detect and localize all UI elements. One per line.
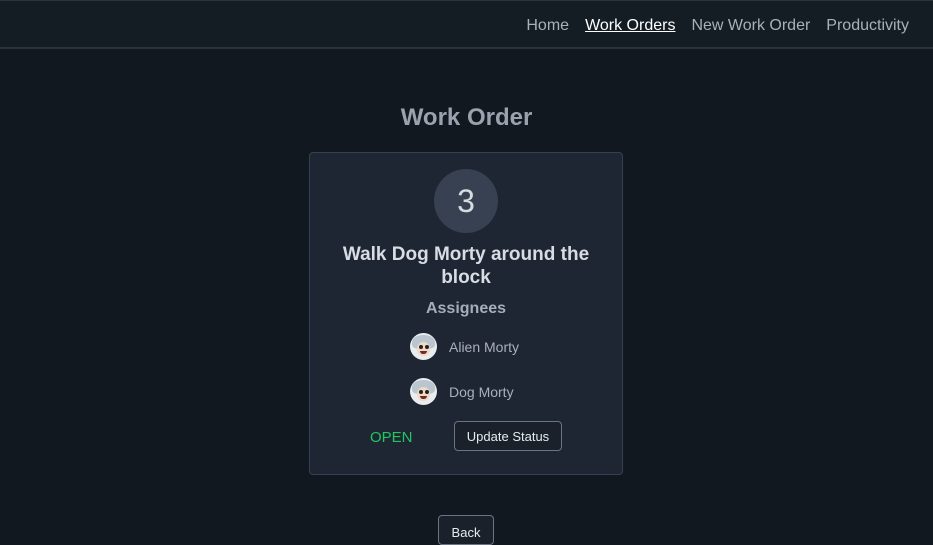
assignee-item: Dog Morty	[410, 378, 514, 405]
assignee-name: Dog Morty	[449, 383, 514, 400]
nav-link-productivity[interactable]: Productivity	[826, 17, 909, 35]
assignees-heading: Assignees	[425, 300, 507, 317]
back-button[interactable]: Back	[438, 515, 494, 545]
nav-link-home[interactable]: Home	[526, 17, 569, 35]
work-order-card: 3 Walk Dog Morty around the block Assign…	[309, 152, 623, 475]
nav-link-new-work-order[interactable]: New Work Order	[691, 17, 810, 35]
main-nav: Home Work Orders New Work Order Producti…	[526, 17, 909, 35]
status-label: OPEN	[370, 429, 413, 446]
morty-avatar-icon	[410, 333, 437, 360]
nav-link-work-orders[interactable]: Work Orders	[585, 17, 675, 35]
work-order-id-badge: 3	[434, 169, 498, 233]
assignee-item: Alien Morty	[410, 333, 519, 360]
page-title: Work Order	[400, 104, 533, 131]
morty-avatar-icon	[410, 378, 437, 405]
top-navbar: Home Work Orders New Work Order Producti…	[0, 0, 933, 49]
assignee-name: Alien Morty	[449, 338, 520, 355]
work-order-title: Walk Dog Morty around the block	[342, 244, 590, 288]
update-status-button[interactable]: Update Status	[454, 421, 562, 451]
